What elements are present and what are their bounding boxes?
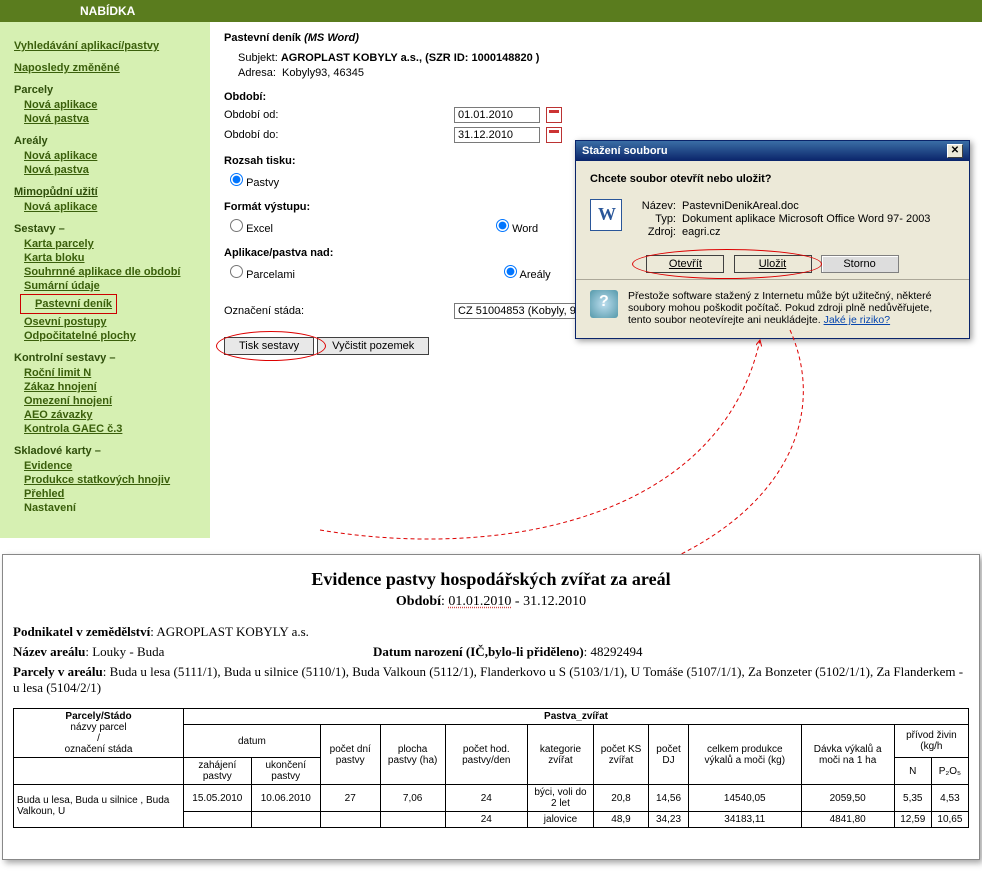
subject-value: AGROPLAST KOBYLY a.s., (SZR ID: 10001488… [281, 52, 540, 64]
subject-line: Subjekt: AGROPLAST KOBYLY a.s., (SZR ID:… [238, 52, 968, 64]
nav-search[interactable]: Vyhledávání aplikací/pastvy [14, 40, 159, 52]
nav-karta-parcely[interactable]: Karta parcely [24, 238, 202, 250]
table-row: Buda u lesa, Buda u silnice , Buda Valko… [14, 785, 969, 812]
sidebar: Vyhledávání aplikací/pastvy Naposledy zm… [0, 22, 210, 538]
doc-line-3: Parcely v areálu: Buda u lesa (5111/1), … [13, 664, 969, 696]
nav-nastaveni[interactable]: Nastavení [24, 502, 202, 514]
report-table: Parcely/Stádo názvy parcel / označení st… [13, 708, 969, 828]
nav-souhrnne-aplikace[interactable]: Souhrnné aplikace dle období [24, 266, 202, 278]
address-value: Kobyly93, 46345 [282, 67, 364, 79]
doc-heading: Evidence pastvy hospodářských zvířat za … [13, 569, 969, 590]
file-type: Dokument aplikace Microsoft Office Word … [682, 213, 930, 225]
warning-text: Přestože software stažený z Internetu mů… [628, 290, 955, 326]
radio-arealy[interactable]: Areály [504, 269, 551, 281]
address-line: Adresa: Kobyly93, 46345 [238, 67, 968, 79]
nav-head-parcely: Parcely [14, 84, 202, 96]
file-info: Název:PastevniDenikAreal.doc Typ:Dokumen… [632, 199, 930, 239]
title-suffix: (MS Word) [304, 32, 359, 44]
nav-zakaz-hnojeni[interactable]: Zákaz hnojení [24, 381, 202, 393]
address-label: Adresa: [238, 67, 276, 79]
radio-pastvy[interactable]: Pastvy [230, 177, 279, 189]
nav-head-sestavy: Sestavy – [14, 223, 202, 235]
nav-head-skladove: Skladové karty – [14, 445, 202, 457]
to-input[interactable] [454, 127, 540, 143]
document-preview: Evidence pastvy hospodářských zvířat za … [2, 554, 980, 860]
nav-sumarni-udaje[interactable]: Sumární údaje [24, 280, 202, 292]
print-button[interactable]: Tisk sestavy [224, 337, 314, 355]
nav-parcely-nova-pastva[interactable]: Nová pastva [24, 113, 202, 125]
close-icon[interactable]: ✕ [947, 144, 963, 158]
dialog-question: Chcete soubor otevřít nebo uložit? [590, 173, 955, 185]
nav-produkce-hnojiv[interactable]: Produkce statkových hnojiv [24, 474, 202, 486]
nav-rocni-limit-n[interactable]: Roční limit N [24, 367, 202, 379]
dialog-title: Stažení souboru [582, 145, 668, 157]
nav-aeo-zavazky[interactable]: AEO závazky [24, 409, 202, 421]
save-button[interactable]: Uložit [734, 255, 812, 273]
open-button[interactable]: Otevřít [646, 255, 724, 273]
nav-osevni-postupy[interactable]: Osevní postupy [24, 316, 202, 328]
download-dialog: Stažení souboru ✕ Chcete soubor otevřít … [575, 140, 970, 339]
clear-button[interactable]: Vyčistit pozemek [317, 337, 429, 355]
file-name: PastevniDenikAreal.doc [682, 200, 799, 212]
nav-odpocitatelne-plochy[interactable]: Odpočitatelné plochy [24, 330, 202, 342]
nav-head-kontrolni: Kontrolní sestavy – [14, 352, 202, 364]
nav-pastevni-denik[interactable]: Pastevní deník [35, 298, 112, 310]
section-period: Období: [224, 91, 968, 103]
nav-prehled[interactable]: Přehled [24, 488, 202, 500]
nav-evidence[interactable]: Evidence [24, 460, 202, 472]
nav-head-mimopudni[interactable]: Mimopůdní užití [14, 186, 202, 198]
to-label: Období do: [224, 129, 454, 141]
risk-link[interactable]: Jaké je riziko? [824, 314, 891, 326]
shield-icon [590, 290, 618, 318]
stado-label: Označení stáda: [224, 305, 454, 317]
nav-head-arealy: Areály [14, 135, 202, 147]
page-title: Pastevní deník (MS Word) [224, 32, 968, 44]
topbar: NABÍDKA [0, 0, 982, 22]
nav-parcely-nova-aplikace[interactable]: Nová aplikace [24, 99, 202, 111]
radio-word[interactable]: Word [496, 223, 538, 235]
calendar-icon[interactable] [546, 107, 562, 123]
title-text: Pastevní deník [224, 32, 304, 44]
topbar-title: NABÍDKA [80, 4, 135, 18]
doc-period: Období: 01.01.2010 - 31.12.2010 [13, 594, 969, 610]
doc-line-1: Podnikatel v zemědělství: AGROPLAST KOBY… [13, 624, 969, 640]
file-source: eagri.cz [682, 226, 721, 238]
cancel-button[interactable]: Storno [821, 255, 899, 273]
calendar-icon[interactable] [546, 127, 562, 143]
word-icon [590, 199, 622, 231]
nav-kontrola-gaec[interactable]: Kontrola GAEC č.3 [24, 423, 202, 435]
from-input[interactable] [454, 107, 540, 123]
subject-label: Subjekt: [238, 52, 278, 64]
nav-recent[interactable]: Naposledy změněné [14, 62, 120, 74]
radio-excel[interactable]: Excel [230, 223, 273, 235]
radio-parcelami[interactable]: Parcelami [230, 269, 295, 281]
nav-arealy-nova-pastva[interactable]: Nová pastva [24, 164, 202, 176]
doc-line-2: Název areálu: Louky - Buda Datum narozen… [13, 644, 969, 660]
nav-omezeni-hnojeni[interactable]: Omezení hnojení [24, 395, 202, 407]
nav-mimopudni-nova-aplikace[interactable]: Nová aplikace [24, 201, 202, 213]
nav-karta-bloku[interactable]: Karta bloku [24, 252, 202, 264]
nav-arealy-nova-aplikace[interactable]: Nová aplikace [24, 150, 202, 162]
from-label: Období od: [224, 109, 454, 121]
